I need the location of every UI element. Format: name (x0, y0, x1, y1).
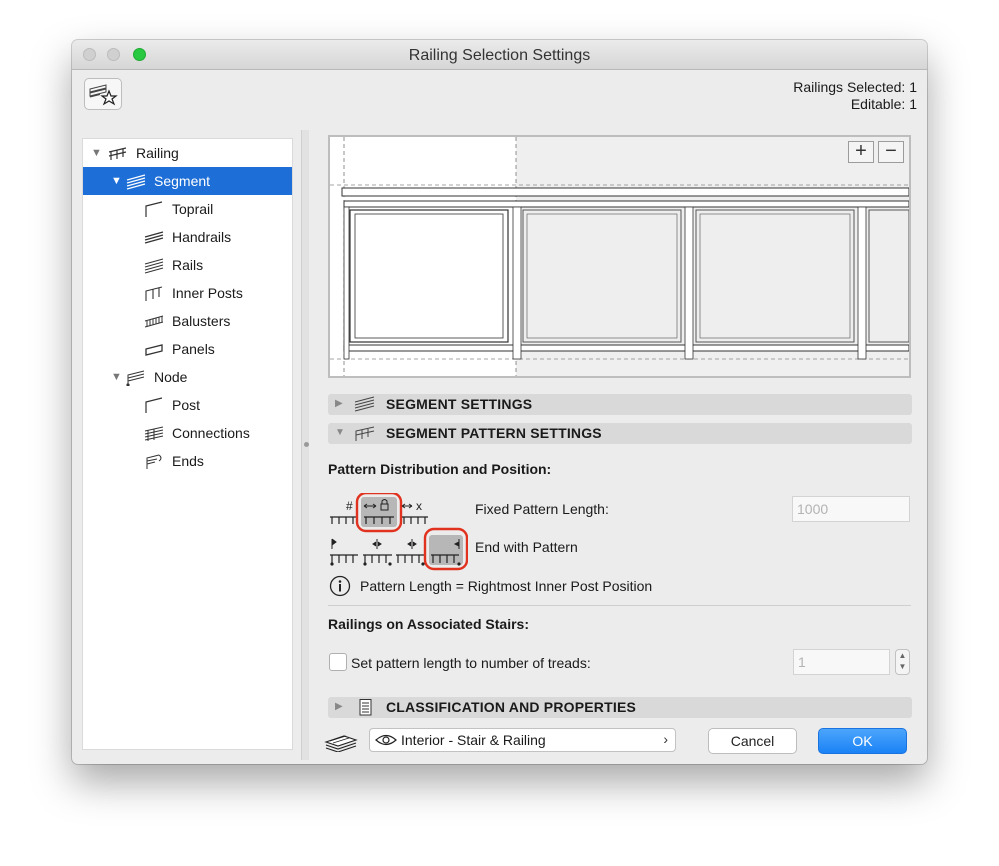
panels-icon (145, 344, 163, 356)
fixed-pattern-length-label: Fixed Pattern Length: (475, 501, 609, 517)
chevron-right-icon: › (663, 731, 668, 747)
selection-info: Railings Selected: 1 Editable: 1 (793, 79, 917, 113)
segment-pattern-settings-header[interactable]: ▼ SEGMENT PATTERN SETTINGS (328, 423, 912, 444)
tree-item-label: Ends (172, 453, 204, 469)
center-post-option-icon[interactable] (396, 539, 425, 566)
tree-item-label: Segment (154, 173, 211, 189)
tree-item-segment[interactable]: ▼ Segment (83, 167, 292, 195)
post-icon (145, 397, 163, 413)
title-bar: Railing Selection Settings (72, 40, 927, 70)
favorites-button[interactable] (84, 78, 122, 110)
cancel-button[interactable]: Cancel (708, 728, 797, 754)
center-pattern-option-icon[interactable] (363, 539, 392, 566)
editable-count-text: Editable: 1 (850, 96, 917, 112)
tree-item-panels[interactable]: Panels (83, 335, 292, 363)
hash-symbol: # (346, 499, 353, 513)
connections-icon (144, 426, 164, 441)
info-icon (329, 575, 351, 597)
tree-item-node[interactable]: ▼ Node (83, 363, 292, 391)
segment-icon (126, 174, 146, 190)
fixed-count-option-icon[interactable]: # (330, 499, 358, 524)
segment-settings-header[interactable]: ▶ SEGMENT SETTINGS (328, 394, 912, 415)
fixed-distance-option-icon[interactable]: x (401, 499, 428, 524)
window-title: Railing Selection Settings (408, 47, 591, 64)
dialog-window: Railing Selection Settings Railings Sele… (72, 40, 927, 764)
settings-tree: ▼ Railing ▼ Segment Toprail Handrails Ra… (82, 138, 293, 750)
disclosure-triangle-icon[interactable]: ▼ (111, 371, 122, 383)
tree-item-post[interactable]: Post (83, 391, 292, 419)
layer-icon[interactable] (324, 728, 358, 752)
disclosure-triangle-icon[interactable]: ▶ (335, 398, 343, 409)
favorites-star-icon (89, 84, 118, 106)
eye-icon (375, 734, 397, 746)
end-with-pattern-label: End with Pattern (475, 539, 578, 555)
tree-item-label: Node (154, 369, 188, 385)
treads-stepper[interactable]: ▲ ▼ (895, 649, 910, 675)
disclosure-triangle-icon[interactable]: ▶ (335, 701, 343, 712)
treads-count-field[interactable]: 1 (793, 649, 890, 675)
tree-item-balusters[interactable]: Balusters (83, 307, 292, 335)
tree-item-label: Handrails (172, 229, 232, 245)
ok-button[interactable]: OK (818, 728, 907, 754)
document-list-icon (359, 699, 372, 716)
tree-item-toprail[interactable]: Toprail (83, 195, 292, 223)
fixed-length-option-icon[interactable] (355, 491, 403, 533)
classification-value: Interior - Stair & Railing (401, 732, 546, 748)
splitter-handle-icon[interactable] (304, 442, 309, 447)
balusters-icon (144, 315, 164, 328)
zoom-out-button[interactable]: − (878, 141, 904, 163)
ends-icon (146, 454, 162, 469)
x-symbol: x (416, 499, 422, 513)
tree-item-connections[interactable]: Connections (83, 419, 292, 447)
segment-pattern-icon (355, 426, 375, 441)
disclosure-triangle-icon[interactable]: ▼ (111, 175, 122, 187)
tree-item-handrails[interactable]: Handrails (83, 223, 292, 251)
section-title: SEGMENT SETTINGS (386, 396, 533, 412)
node-icon (126, 370, 145, 386)
section-divider (328, 605, 911, 606)
disclosure-triangle-icon[interactable]: ▼ (335, 427, 345, 438)
tree-item-label: Toprail (172, 201, 214, 217)
section-title: CLASSIFICATION AND PROPERTIES (386, 699, 637, 715)
tree-item-label: Balusters (172, 313, 231, 329)
disclosure-triangle-icon[interactable]: ▼ (91, 147, 102, 159)
tree-item-label: Rails (172, 257, 204, 273)
pattern-by-treads-label: Set pattern length to number of treads: (351, 655, 591, 671)
railings-selected-text: Railings Selected: 1 (793, 79, 917, 95)
section-title: SEGMENT PATTERN SETTINGS (386, 425, 602, 441)
pattern-options-drawing: # x (330, 491, 469, 571)
pattern-distribution-heading: Pattern Distribution and Position: (328, 461, 552, 477)
tree-item-label: Inner Posts (172, 285, 243, 301)
zoom-in-button[interactable]: + (848, 141, 874, 163)
end-with-pattern-option-icon[interactable] (423, 527, 469, 571)
railing-icon (108, 147, 127, 160)
pattern-by-treads-checkbox[interactable] (329, 653, 347, 671)
panel-splitter[interactable] (301, 130, 309, 760)
tree-item-label: Panels (172, 341, 215, 357)
tree-item-ends[interactable]: Ends (83, 447, 292, 475)
railing-preview[interactable]: + − (328, 135, 911, 378)
railing-elevation-drawing (330, 137, 910, 376)
tree-item-railing[interactable]: ▼ Railing (83, 139, 292, 167)
classification-selector[interactable]: Interior - Stair & Railing › (369, 728, 676, 752)
tree-item-inner-posts[interactable]: Inner Posts (83, 279, 292, 307)
tree-item-label: Post (172, 397, 201, 413)
start-with-pattern-option-icon[interactable] (330, 538, 358, 566)
fixed-pattern-length-field[interactable]: 1000 (792, 496, 910, 522)
toprail-icon (145, 201, 163, 217)
pattern-distribution-options: # x (328, 491, 469, 573)
segment-icon (354, 396, 375, 412)
inner-posts-icon (145, 286, 163, 301)
classification-properties-header[interactable]: ▶ CLASSIFICATION AND PROPERTIES (328, 697, 912, 718)
tree-item-label: Connections (172, 425, 250, 441)
rails-icon (144, 258, 164, 274)
tree-item-label: Railing (136, 145, 179, 161)
handrails-icon (144, 231, 164, 244)
tree-item-rails[interactable]: Rails (83, 251, 292, 279)
associated-stairs-heading: Railings on Associated Stairs: (328, 616, 529, 632)
pattern-length-info-text: Pattern Length = Rightmost Inner Post Po… (360, 578, 653, 594)
